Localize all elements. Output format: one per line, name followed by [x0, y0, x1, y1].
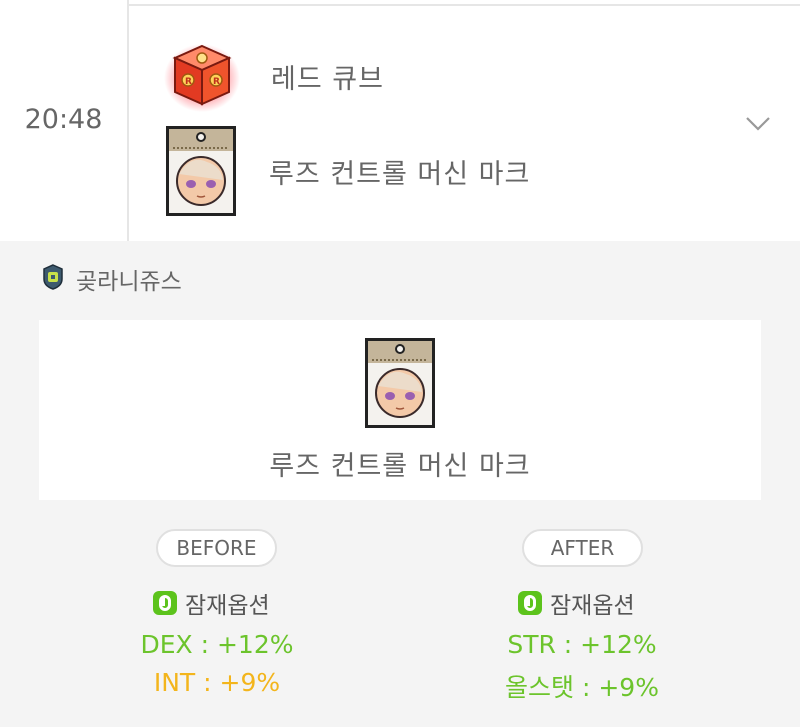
cube-log-row[interactable]: 20:48 R R 레드 큐브 루즈 컨트롤 머신 마크: [0, 0, 800, 241]
target-item-label: 루즈 컨트롤 머신 마크: [269, 158, 531, 190]
machine-mark-icon: [362, 336, 438, 434]
used-item-line: R R 레드 큐브: [163, 40, 384, 112]
divider: [128, 4, 800, 6]
target-item-line: 루즈 컨트롤 머신 마크: [163, 124, 530, 218]
before-badge: BEFORE: [156, 529, 277, 567]
divider: [127, 0, 129, 241]
potential-title: 잠재옵션: [550, 593, 635, 619]
before-option-2: INT : +9%: [153, 668, 281, 697]
character-name: 곶라니쥬스: [76, 269, 182, 295]
svg-text:R: R: [213, 77, 220, 87]
red-cube-icon: R R: [163, 40, 241, 112]
world-emblem-icon: [42, 264, 64, 294]
chevron-down-icon[interactable]: [744, 110, 772, 138]
after-potential-header: 잠재옵션: [518, 586, 635, 620]
item-name: 루즈 컨트롤 머신 마크: [269, 451, 531, 482]
before-potential-header: 잠재옵션: [153, 586, 270, 620]
after-option-2: 올스탯 : +9%: [505, 673, 659, 702]
legendary-grade-icon: [518, 591, 542, 615]
character-info: 곶라니쥬스: [42, 262, 182, 296]
used-item-label: 레드 큐브: [271, 63, 384, 95]
log-time: 20:48: [24, 104, 103, 135]
potential-title: 잠재옵션: [185, 593, 270, 619]
after-badge: AFTER: [522, 529, 643, 567]
before-option-1: DEX : +12%: [140, 630, 294, 659]
machine-mark-icon: [163, 124, 239, 218]
legendary-grade-icon: [153, 591, 177, 615]
svg-text:R: R: [185, 77, 192, 87]
after-option-1: STR : +12%: [507, 630, 657, 659]
